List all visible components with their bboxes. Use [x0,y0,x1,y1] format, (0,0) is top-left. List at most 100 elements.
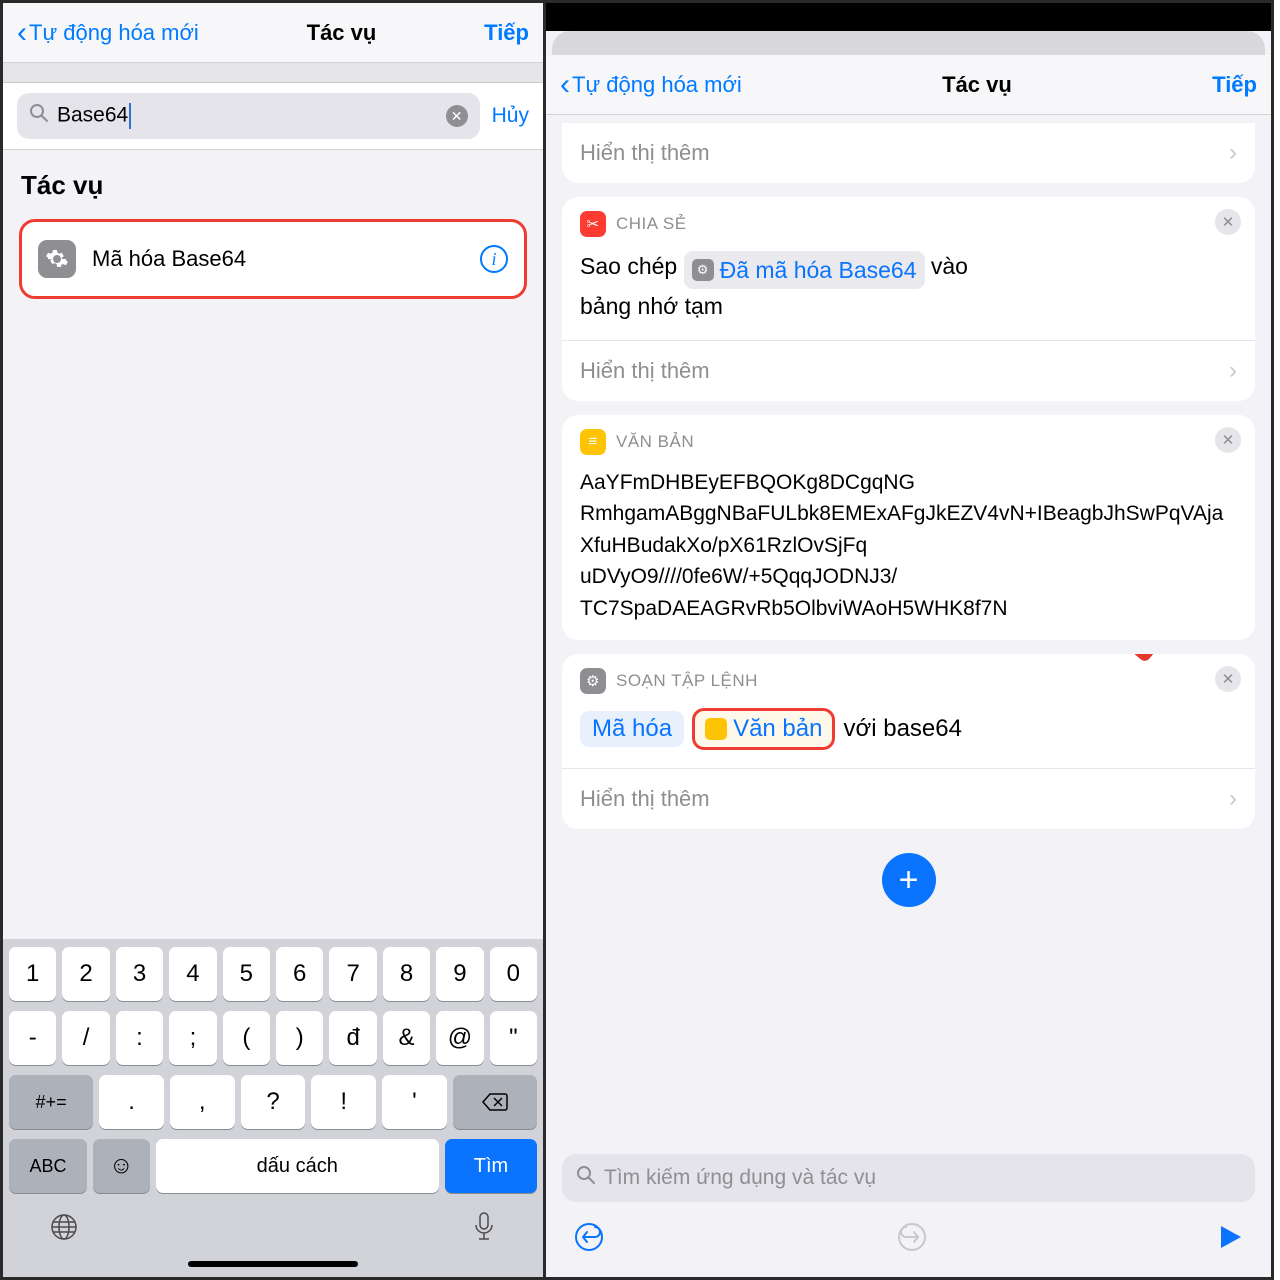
card-script: ✕ ⚙ SOẠN TẬP LỆNH Mã hóa Văn bản với bas… [562,654,1255,829]
bottom-toolbar [546,1212,1271,1267]
keyboard: 1234567890 -/:;()đ&@" #+= . , ? ! ' ABC … [3,939,543,1277]
chevron-right-icon: › [1229,785,1237,813]
key[interactable]: 7 [329,947,376,1001]
next-button[interactable]: Tiếp [1212,72,1257,98]
key[interactable]: 3 [116,947,163,1001]
search-input[interactable]: Base64 [57,103,438,129]
sheet-background [552,31,1265,55]
key[interactable]: ; [169,1011,216,1065]
card-show-more-top: Hiển thị thêm › [562,123,1255,183]
key[interactable]: : [116,1011,163,1065]
chevron-right-icon: › [1229,357,1237,385]
key-row-1: 1234567890 [9,947,537,1001]
text-body[interactable]: AaYFmDHBEyEFBQOKg8DCgqNG RmhgamABggNBaFU… [562,461,1255,641]
show-more-label: Hiển thị thêm [580,140,710,166]
key[interactable]: 2 [62,947,109,1001]
redo-button [897,1222,927,1259]
home-indicator [188,1261,358,1267]
key[interactable]: / [62,1011,109,1065]
key[interactable]: . [99,1075,164,1129]
key-symbols[interactable]: #+= [9,1075,93,1129]
status-bar [546,3,1271,31]
show-more-label: Hiển thị thêm [580,786,710,812]
clear-icon[interactable]: ✕ [446,105,468,127]
key[interactable]: - [9,1011,56,1065]
back-button[interactable]: ‹ Tự động hóa mới [560,70,742,100]
show-more-row[interactable]: Hiển thị thêm › [562,340,1255,401]
key[interactable]: 6 [276,947,323,1001]
result-label: Mã hóa Base64 [92,246,464,272]
key[interactable]: @ [436,1011,483,1065]
left-screenshot: ‹ Tự động hóa mới Tác vụ Tiếp Base64 ✕ H… [0,0,546,1280]
key[interactable]: 0 [490,947,537,1001]
keyboard-bottom [9,1203,537,1255]
key[interactable]: ( [223,1011,270,1065]
play-button[interactable] [1219,1224,1243,1257]
action-search[interactable]: Tìm kiếm ứng dụng và tác vụ [562,1154,1255,1202]
header-label: SOẠN TẬP LỆNH [616,671,758,691]
key-row-2: -/:;()đ&@" [9,1011,537,1065]
nav-bar: ‹ Tự động hóa mới Tác vụ Tiếp [546,55,1271,115]
header-label: VĂN BẢN [616,432,694,452]
search-field[interactable]: Base64 ✕ [17,93,480,139]
encode-chip[interactable]: Mã hóa [580,711,684,747]
add-action-button[interactable]: + [882,853,936,907]
key[interactable]: ? [241,1075,306,1129]
chevron-right-icon: › [1229,139,1237,167]
gear-icon [38,240,76,278]
text-variable-chip[interactable]: Văn bản [692,708,835,750]
next-button[interactable]: Tiếp [484,20,529,46]
show-more-row[interactable]: Hiển thị thêm › [562,123,1255,183]
show-more-row[interactable]: Hiển thị thêm › [562,768,1255,829]
nav-title: Tác vụ [942,72,1012,98]
cancel-button[interactable]: Hủy [492,104,529,128]
show-more-label: Hiển thị thêm [580,358,710,384]
key[interactable]: ' [382,1075,447,1129]
workflow-content: Hiển thị thêm › ✕ ✂ CHIA SẺ Sao chép ⚙ Đ… [546,115,1271,1154]
search-placeholder: Tìm kiếm ứng dụng và tác vụ [604,1166,876,1190]
key[interactable]: ) [276,1011,323,1065]
key[interactable]: đ [329,1011,376,1065]
key[interactable]: 1 [9,947,56,1001]
chevron-left-icon: ‹ [560,70,570,100]
key-search[interactable]: Tìm [445,1139,537,1193]
divider [3,63,543,83]
close-icon[interactable]: ✕ [1215,209,1241,235]
text-icon [705,718,727,740]
key[interactable]: " [490,1011,537,1065]
with-label: với base64 [843,715,961,743]
chevron-left-icon: ‹ [17,18,27,48]
key[interactable]: , [170,1075,235,1129]
key[interactable]: 4 [169,947,216,1001]
encode-body: Mã hóa Văn bản với base64 [562,700,1255,768]
search-bar: Base64 ✕ Hủy [3,83,543,150]
back-button[interactable]: ‹ Tự động hóa mới [17,18,199,48]
action-result-base64[interactable]: Mã hóa Base64 i [19,219,527,299]
gear-icon: ⚙ [580,668,606,694]
gear-icon: ⚙ [692,259,714,281]
variable-chip[interactable]: ⚙ Đã mã hóa Base64 [684,251,925,290]
right-screenshot: ‹ Tự động hóa mới Tác vụ Tiếp Hiển thị t… [546,0,1274,1280]
info-icon[interactable]: i [480,245,508,273]
text-icon: ≡ [580,429,606,455]
key-row-4: ABC ☺ dấu cách Tìm [9,1139,537,1193]
undo-button[interactable] [574,1222,604,1259]
key-row-3: #+= . , ? ! ' [9,1075,537,1129]
key-backspace[interactable] [453,1075,537,1129]
key-abc[interactable]: ABC [9,1139,87,1193]
globe-icon[interactable] [49,1212,79,1250]
section-heading: Tác vụ [3,150,543,211]
search-icon [576,1165,596,1191]
back-label: Tự động hóa mới [572,72,742,98]
key-emoji[interactable]: ☺ [93,1139,150,1193]
key[interactable]: 8 [383,947,430,1001]
key[interactable]: 5 [223,947,270,1001]
key[interactable]: ! [311,1075,376,1129]
key[interactable]: 9 [436,947,483,1001]
close-icon[interactable]: ✕ [1215,666,1241,692]
key[interactable]: & [383,1011,430,1065]
key-space[interactable]: dấu cách [156,1139,439,1193]
close-icon[interactable]: ✕ [1215,427,1241,453]
nav-title: Tác vụ [307,20,377,46]
mic-icon[interactable] [471,1211,497,1251]
